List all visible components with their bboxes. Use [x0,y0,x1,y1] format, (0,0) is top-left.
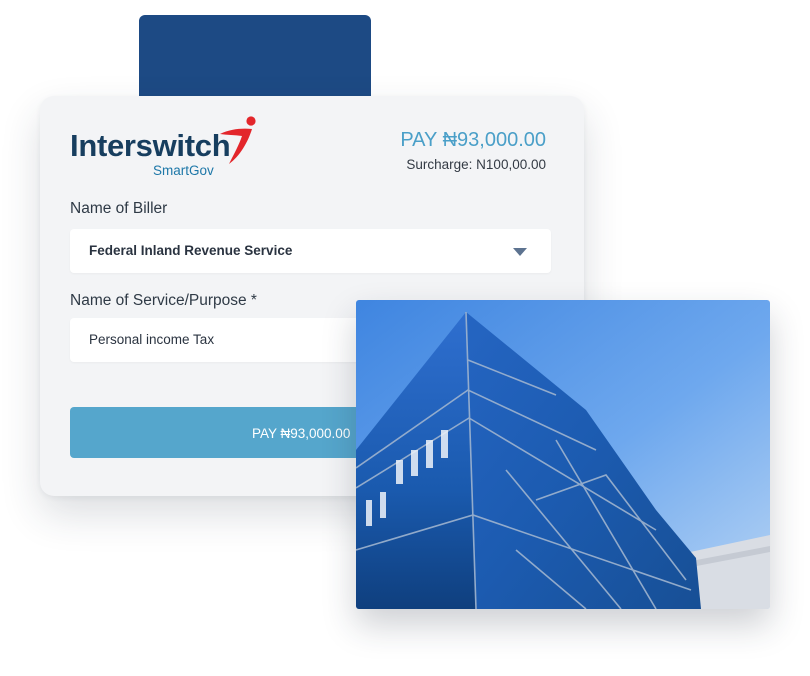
interswitch-runner-icon [220,116,256,164]
biller-label: Name of Biller [70,200,168,217]
glass-building-image [356,300,770,609]
pay-button-label: PAY ₦93,000.00 [252,426,351,441]
logo-wordmark: Interswitch [70,128,231,163]
service-input-value: Personal income Tax [89,332,215,347]
logo-product-name: SmartGov [153,163,214,178]
surcharge-text: Surcharge: N100,00.00 [406,157,546,172]
chevron-down-icon[interactable] [513,248,527,256]
interswitch-logo: Interswitch SmartGov [70,116,270,178]
service-label: Name of Service/Purpose * [70,292,257,309]
building-photo [356,300,770,609]
biller-select[interactable]: Federal Inland Revenue Service [70,229,551,273]
pay-amount-heading: PAY ₦93,000.00 [400,129,546,151]
biller-selected-value: Federal Inland Revenue Service [89,243,293,258]
